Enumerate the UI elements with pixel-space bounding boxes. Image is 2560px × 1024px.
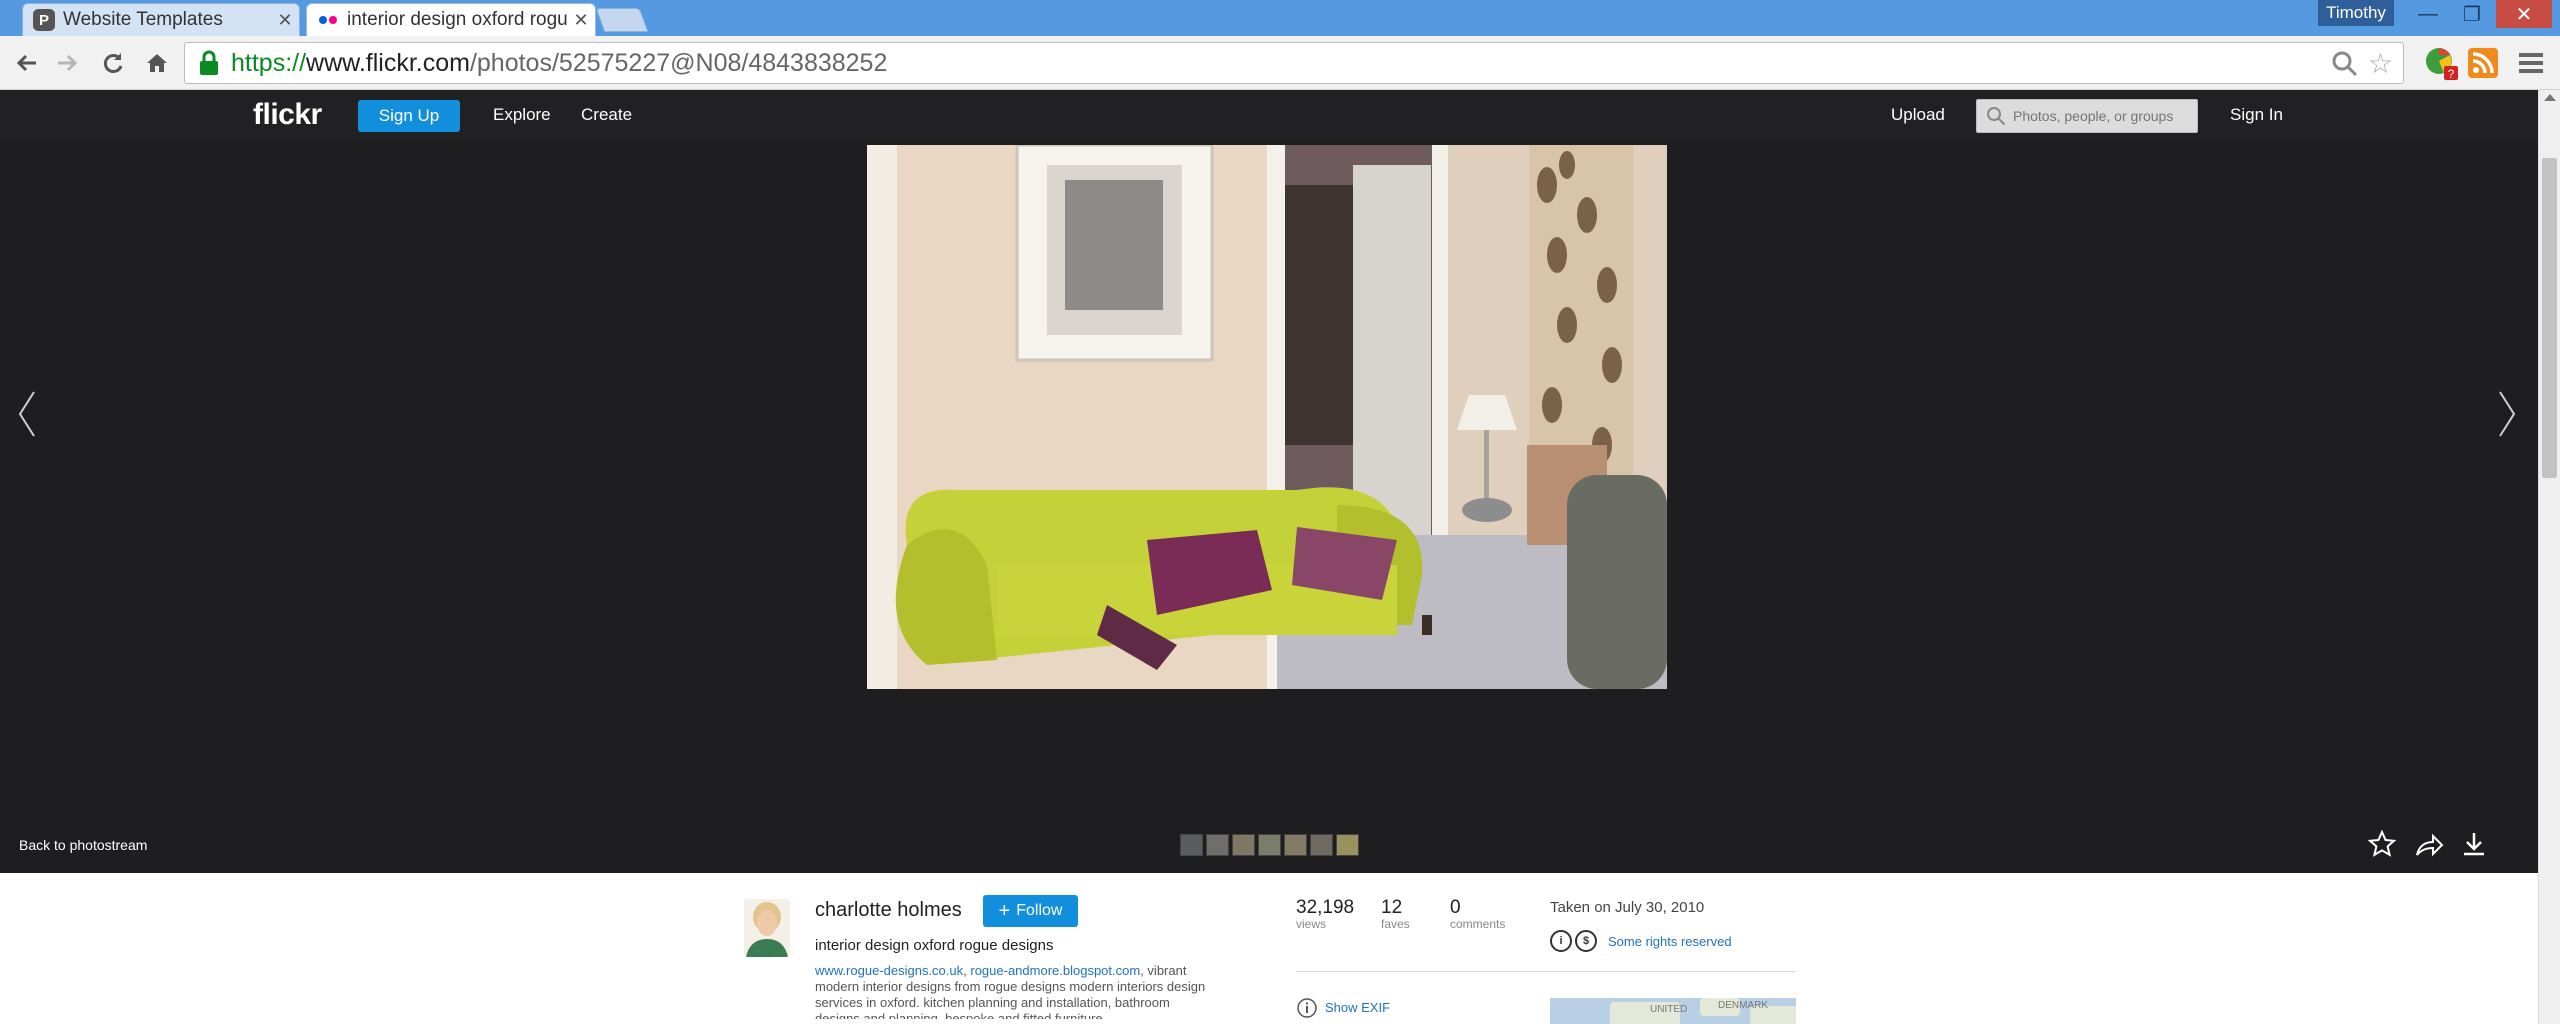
comments-stat: 0 comments <box>1450 897 1506 931</box>
plus-icon: + <box>998 899 1011 922</box>
filmstrip-thumbnail[interactable] <box>1180 834 1203 856</box>
follow-button[interactable]: + Follow <box>983 895 1078 927</box>
bookmark-star-icon[interactable]: ☆ <box>2368 47 2393 80</box>
search-icon <box>1987 107 2006 126</box>
next-photo-arrow-icon[interactable] <box>2496 390 2518 438</box>
main-photo[interactable] <box>867 145 1667 689</box>
browser-tab-strip: P Website Templates ✕ interior design ox… <box>0 0 2560 36</box>
reload-icon[interactable] <box>96 46 130 80</box>
back-to-photostream-link[interactable]: Back to photostream <box>19 837 147 853</box>
cc-attribution-icon: i <box>1550 930 1572 952</box>
map-label: DENMARK <box>1718 1000 1769 1011</box>
views-stat: 32,198 views <box>1296 897 1355 931</box>
tab-flickr-photo[interactable]: interior design oxford rogue designs ✕ <box>306 3 596 36</box>
location-map[interactable]: UNITED DENMARK <box>1550 998 1796 1024</box>
cc-license-icons: i $ <box>1550 930 1597 952</box>
browser-toolbar: https://www.flickr.com/photos/52575227@N… <box>0 36 2560 90</box>
filmstrip-thumbnail[interactable] <box>1258 834 1281 856</box>
license-link[interactable]: Some rights reserved <box>1608 934 1732 949</box>
forward-arrow-icon[interactable] <box>50 46 84 80</box>
scrollbar-thumb[interactable] <box>2542 158 2557 478</box>
new-tab-button[interactable] <box>595 8 649 32</box>
taken-date[interactable]: Taken on July 30, 2010 <box>1550 899 1704 916</box>
previous-photo-arrow-icon[interactable] <box>16 390 38 438</box>
photo-title: interior design oxford rogue designs <box>815 937 1054 954</box>
scroll-up-arrow-icon[interactable] <box>2544 94 2556 101</box>
owner-name-link[interactable]: charlotte holmes <box>815 899 962 922</box>
nav-upload[interactable]: Upload <box>1891 105 1945 125</box>
rss-icon[interactable] <box>2468 48 2498 78</box>
filmstrip <box>1180 834 1359 858</box>
p-favicon-icon: P <box>33 9 55 31</box>
tab-website-templates[interactable]: P Website Templates ✕ <box>22 3 300 36</box>
tab-title: Website Templates <box>63 9 223 30</box>
page-scrollbar[interactable] <box>2538 90 2560 1024</box>
cc-noncommercial-icon: $ <box>1575 930 1597 952</box>
nav-create[interactable]: Create <box>581 105 632 125</box>
flickr-favicon-icon <box>317 9 339 31</box>
flickr-header: flickr Sign Up Explore Create Upload Sig… <box>0 90 2560 140</box>
blog-link[interactable]: rogue-andmore.blogspot.com <box>970 963 1140 978</box>
filmstrip-thumbnail[interactable] <box>1232 834 1255 856</box>
share-arrow-icon[interactable] <box>2414 830 2444 858</box>
search-icon[interactable] <box>2331 50 2359 78</box>
close-tab-icon[interactable]: ✕ <box>567 10 595 31</box>
home-icon[interactable] <box>140 46 174 80</box>
nav-explore[interactable]: Explore <box>493 105 551 125</box>
info-icon <box>1297 998 1317 1018</box>
download-icon[interactable] <box>2460 830 2488 858</box>
photo-stage: Back to photostream <box>0 140 2538 873</box>
favorite-star-icon[interactable] <box>2368 830 2396 858</box>
divider <box>1296 971 1796 972</box>
filmstrip-thumbnail[interactable] <box>1310 834 1333 856</box>
nav-sign-in[interactable]: Sign In <box>2230 105 2283 125</box>
tab-title: interior design oxford rogue designs <box>347 9 567 30</box>
flickr-logo[interactable]: flickr <box>253 98 322 132</box>
lock-icon <box>193 47 225 79</box>
filmstrip-thumbnail[interactable] <box>1336 834 1359 856</box>
close-tab-icon[interactable]: ✕ <box>271 10 299 31</box>
profile-badge[interactable]: Timothy <box>2318 0 2394 26</box>
close-window-icon[interactable]: ✕ <box>2496 0 2552 28</box>
extension-icon[interactable]: ? <box>2424 46 2458 81</box>
filmstrip-thumbnail[interactable] <box>1206 834 1229 856</box>
flickr-search-box[interactable] <box>1976 99 2198 133</box>
restore-icon[interactable]: ❐ <box>2452 0 2492 28</box>
faves-stat[interactable]: 12 faves <box>1381 897 1410 931</box>
photo-description: www.rogue-designs.co.uk, rogue-andmore.b… <box>815 963 1206 1019</box>
minimize-icon[interactable]: — <box>2408 0 2448 28</box>
filmstrip-thumbnail[interactable] <box>1284 834 1307 856</box>
avatar[interactable] <box>744 899 790 957</box>
search-input[interactable] <box>2013 108 2193 124</box>
show-exif-link[interactable]: Show EXIF <box>1325 1000 1390 1015</box>
sign-up-button[interactable]: Sign Up <box>358 100 460 132</box>
photo-info-panel: charlotte holmes + Follow interior design… <box>0 873 2538 1024</box>
svg-text:?: ? <box>2448 67 2455 80</box>
back-arrow-icon[interactable] <box>10 46 44 80</box>
hamburger-menu-icon[interactable] <box>2516 48 2546 78</box>
map-label: UNITED <box>1650 1004 1688 1015</box>
website-link[interactable]: www.rogue-designs.co.uk <box>815 963 963 978</box>
address-bar[interactable]: https://www.flickr.com/photos/52575227@N… <box>184 42 2404 84</box>
url-text: https://www.flickr.com/photos/52575227@N… <box>231 48 888 77</box>
